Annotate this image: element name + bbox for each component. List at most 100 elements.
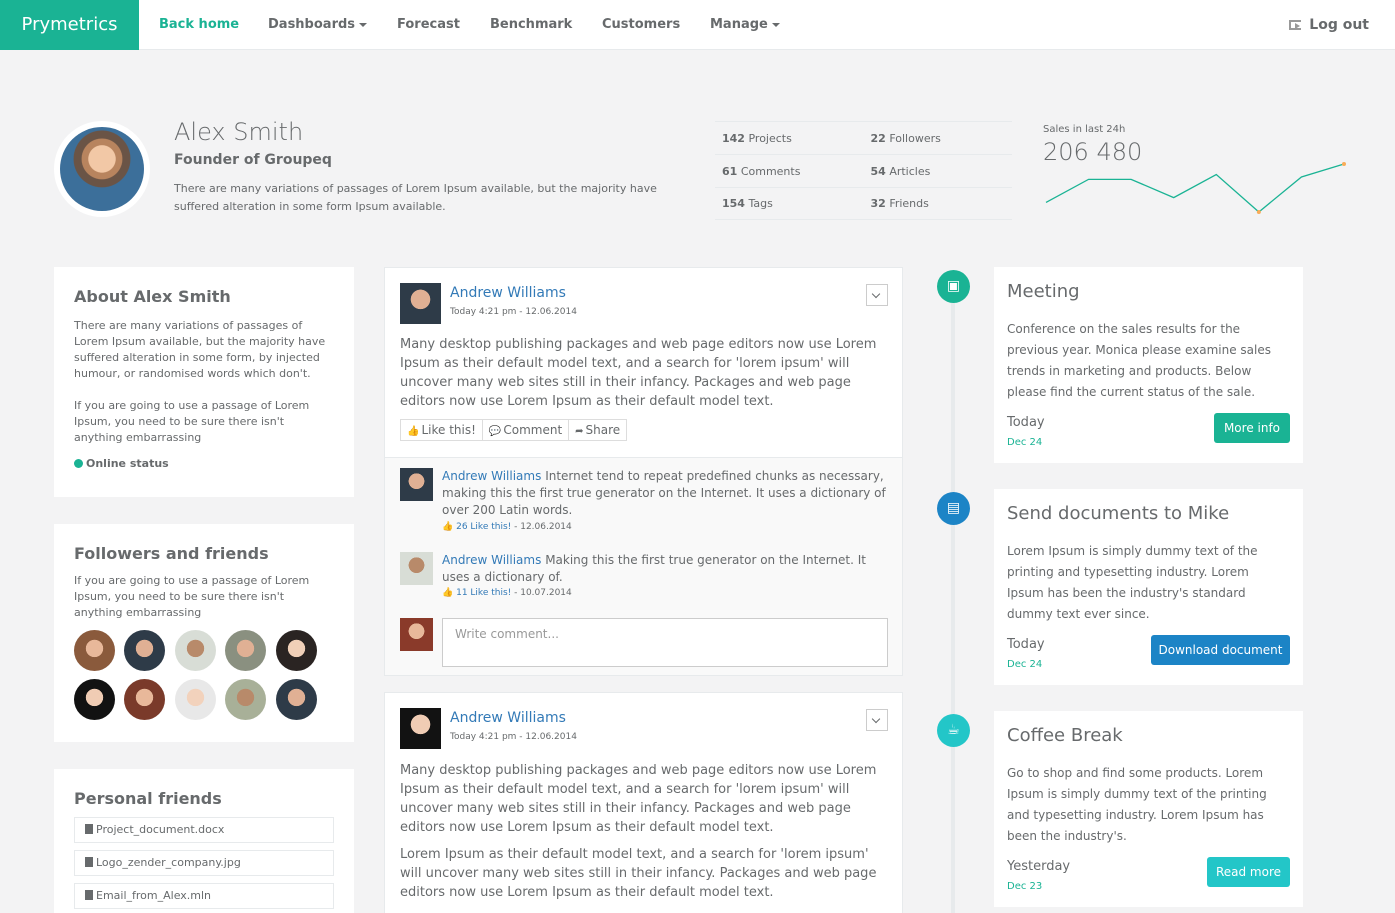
current-user-avatar <box>400 618 433 651</box>
file-name: Project_document.docx <box>96 823 225 836</box>
thumbs-up-icon: 👍 <box>442 522 454 532</box>
comment-text: Andrew Williams Making this the first tr… <box>442 552 887 586</box>
more-info-button[interactable]: More info <box>1214 413 1290 443</box>
profile-stats: 142 Projects 22 Followers 61 Comments 54… <box>715 121 1012 220</box>
stat-projects: 142 Projects <box>722 131 792 145</box>
stat-comments: 61 Comments <box>722 164 801 178</box>
friend-avatar[interactable] <box>225 630 266 671</box>
nav-dashboards-label: Dashboards <box>268 17 356 32</box>
profile-role: Founder of Groupeq <box>174 152 332 168</box>
timeline-when: Today <box>1007 415 1045 430</box>
comments-section: Andrew Williams Internet tend to repeat … <box>385 457 902 675</box>
followers-text: If you are going to use a passage of Lor… <box>74 574 310 619</box>
like-button[interactable]: 👍 Like this! <box>400 419 483 441</box>
timeline-title: Meeting <box>1007 281 1080 302</box>
comment-likes: 26 Like this! <box>456 522 512 532</box>
caret-down-icon <box>359 22 368 27</box>
stat-followers: 22 Followers <box>870 131 941 145</box>
comment-avatar[interactable] <box>400 468 433 501</box>
nav-back-home[interactable]: Back home <box>159 0 239 50</box>
comment-date: - 10.07.2014 <box>514 588 572 598</box>
post-dropdown-button[interactable] <box>866 709 888 731</box>
profile-name: Alex Smith <box>174 118 304 146</box>
file-item[interactable]: Logo_zender_company.jpg <box>74 850 334 876</box>
file-item[interactable]: Project_document.docx <box>74 817 334 843</box>
brand-logo[interactable]: Prymetrics <box>0 0 139 50</box>
caret-down-icon <box>771 22 780 27</box>
logout-label: Log out <box>1309 17 1369 33</box>
timeline-title: Send documents to Mike <box>1007 503 1230 524</box>
share-button[interactable]: ➦ Share <box>568 419 628 441</box>
friend-avatar[interactable] <box>225 679 266 720</box>
comment-author[interactable]: Andrew Williams <box>442 553 541 567</box>
coffee-icon: ☕ <box>937 714 970 747</box>
post-author-name[interactable]: Andrew Williams <box>450 710 566 726</box>
timeline-when: Yesterday <box>1007 859 1071 874</box>
post-author-avatar[interactable] <box>400 283 441 324</box>
write-comment-input[interactable]: Write comment... <box>442 618 888 667</box>
friend-avatar[interactable] <box>276 630 317 671</box>
thumbs-up-icon: 👍 <box>407 426 420 437</box>
comment-like-link[interactable]: 👍 11 Like this! <box>442 588 511 598</box>
comment-meta: 👍 11 Like this! - 10.07.2014 <box>442 588 572 598</box>
about-text: There are many variations of passages of… <box>74 319 326 380</box>
file-icon: ▤ <box>937 492 970 525</box>
nav-manage-label: Manage <box>710 17 768 32</box>
nav-benchmark[interactable]: Benchmark <box>490 0 572 50</box>
comment-like-link[interactable]: 👍 26 Like this! <box>442 522 511 532</box>
about-text-2: If you are going to use a passage of Lor… <box>74 399 310 444</box>
timeline-when: Today <box>1007 637 1045 652</box>
comment-label: Comment <box>503 423 563 437</box>
nav-customers[interactable]: Customers <box>602 0 680 50</box>
comment-date: - 12.06.2014 <box>514 522 572 532</box>
profile-avatar <box>54 121 150 217</box>
like-label: Like this! <box>421 423 476 437</box>
profile-photo <box>60 127 144 211</box>
friend-avatar[interactable] <box>276 679 317 720</box>
friend-avatar[interactable] <box>175 630 216 671</box>
comments-icon: 💬 <box>488 426 502 437</box>
stats-row: 61 Comments 54 Articles <box>715 154 1012 187</box>
stat-friends: 32 Friends <box>870 197 929 210</box>
sparkline-min-point <box>1256 210 1261 214</box>
nav-forecast[interactable]: Forecast <box>397 0 460 50</box>
post-text-2: Lorem Ipsum as their default model text,… <box>400 847 877 900</box>
feed-post: Andrew Williams Today 4:21 pm - 12.06.20… <box>384 692 903 913</box>
sales-label: Sales in last 24h <box>1043 124 1126 135</box>
post-author-name[interactable]: Andrew Williams <box>450 285 566 301</box>
nav-manage[interactable]: Manage <box>710 0 780 50</box>
briefcase-icon: ▣ <box>937 270 970 303</box>
comment-button[interactable]: 💬 Comment <box>481 419 570 441</box>
stats-row: 142 Projects 22 Followers <box>715 121 1012 154</box>
personal-friends-card: Personal friends Project_document.docx L… <box>54 769 354 913</box>
thumbs-up-icon: 👍 <box>442 588 454 598</box>
personal-friends-title: Personal friends <box>74 789 222 808</box>
sparkline-last-point <box>1342 162 1346 166</box>
friend-avatar[interactable] <box>175 679 216 720</box>
timeline-text: Lorem Ipsum is simply dummy text of the … <box>1007 544 1258 621</box>
friend-avatar[interactable] <box>124 679 165 720</box>
post-dropdown-button[interactable] <box>866 284 888 306</box>
sales-sparkline <box>1045 162 1346 214</box>
post-date: Today 4:21 pm - 12.06.2014 <box>450 732 577 742</box>
file-item[interactable]: Email_from_Alex.mln <box>74 883 334 909</box>
profile-description: There are many variations of passages of… <box>174 182 657 213</box>
friend-avatar[interactable] <box>74 630 115 671</box>
file-name: Email_from_Alex.mln <box>96 889 212 902</box>
read-more-button[interactable]: Read more <box>1207 857 1290 887</box>
friend-avatar[interactable] <box>74 679 115 720</box>
comment-text: Andrew Williams Internet tend to repeat … <box>442 468 887 519</box>
post-actions: 👍 Like this! 💬 Comment ➦ Share <box>400 419 628 441</box>
online-dot-icon <box>74 459 83 468</box>
comment-author[interactable]: Andrew Williams <box>442 469 541 483</box>
about-card: About Alex Smith There are many variatio… <box>54 267 354 497</box>
friend-avatar[interactable] <box>124 630 165 671</box>
nav-dashboards[interactable]: Dashboards <box>268 0 368 50</box>
post-author-avatar[interactable] <box>400 708 441 749</box>
timeline-item: Send documents to Mike Lorem Ipsum is si… <box>994 489 1303 685</box>
timeline-text: Conference on the sales results for the … <box>1007 322 1271 399</box>
comment-avatar[interactable] <box>400 552 433 585</box>
stats-row: 154 Tags 32 Friends <box>715 187 1012 220</box>
download-document-button[interactable]: Download document <box>1151 635 1290 665</box>
logout-link[interactable]: Log out <box>1289 0 1369 50</box>
